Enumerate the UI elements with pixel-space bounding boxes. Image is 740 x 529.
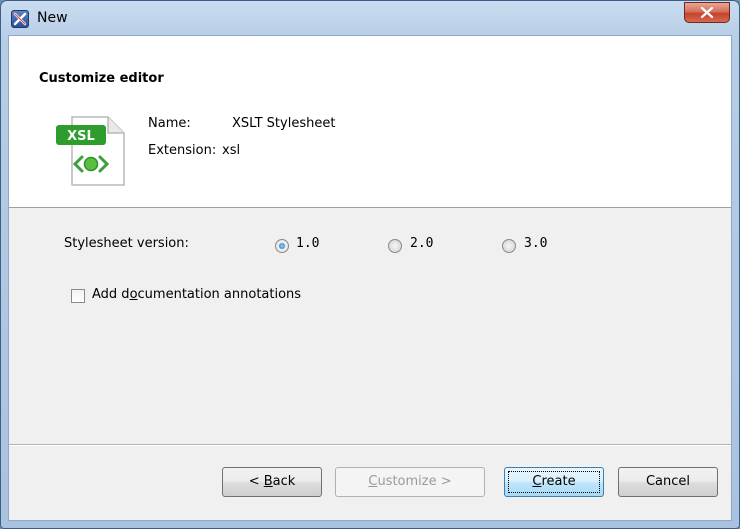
customize-button[interactable]: Customize >: [335, 467, 485, 497]
stylesheet-version-label: Stylesheet version:: [64, 236, 189, 251]
extension-label: Extension:: [148, 143, 217, 158]
extension-value: xsl: [222, 143, 241, 158]
version-label-1-0: 1.0: [296, 236, 320, 251]
title-bar[interactable]: New: [1, 1, 739, 35]
dialog-content: Customize editor XSL Name: XSLT Styleshe…: [8, 35, 732, 521]
footer-separator: [9, 444, 731, 445]
back-label-post: ack: [272, 474, 296, 489]
back-button[interactable]: < Back: [222, 467, 322, 497]
back-label-mnemonic: B: [263, 474, 273, 489]
xsl-file-icon: XSL: [56, 116, 125, 186]
close-button[interactable]: [684, 2, 730, 23]
xsl-badge-text: XSL: [67, 129, 95, 144]
add-doc-label-pre: Add d: [92, 287, 130, 302]
app-logo-icon: [11, 10, 29, 28]
create-button[interactable]: Create: [504, 467, 604, 497]
cancel-button[interactable]: Cancel: [618, 467, 718, 497]
add-doc-label-mnemonic: o: [129, 287, 138, 302]
version-radio-1-0[interactable]: [275, 239, 289, 253]
window-title: New: [37, 10, 68, 26]
version-label-2-0: 2.0: [410, 236, 434, 251]
add-doc-label-post: cumentation annotations: [137, 287, 302, 302]
name-label: Name:: [148, 116, 191, 131]
add-documentation-checkbox[interactable]: [71, 289, 85, 303]
dialog-window: New Customize editor XSL Name: XSLT Styl…: [0, 0, 740, 529]
header-title: Customize editor: [39, 71, 164, 86]
version-label-3-0: 3.0: [524, 236, 548, 251]
header-panel: Customize editor XSL Name: XSLT Styleshe…: [9, 36, 731, 208]
create-label-post: reate: [541, 474, 576, 489]
version-radio-3-0[interactable]: [502, 239, 516, 253]
add-documentation-label[interactable]: Add documentation annotations: [92, 287, 301, 302]
name-value: XSLT Stylesheet: [232, 116, 336, 131]
customize-label-post: ustomize >: [377, 474, 452, 489]
close-icon: [700, 7, 714, 18]
back-label-pre: <: [248, 474, 264, 489]
version-radio-2-0[interactable]: [388, 239, 402, 253]
